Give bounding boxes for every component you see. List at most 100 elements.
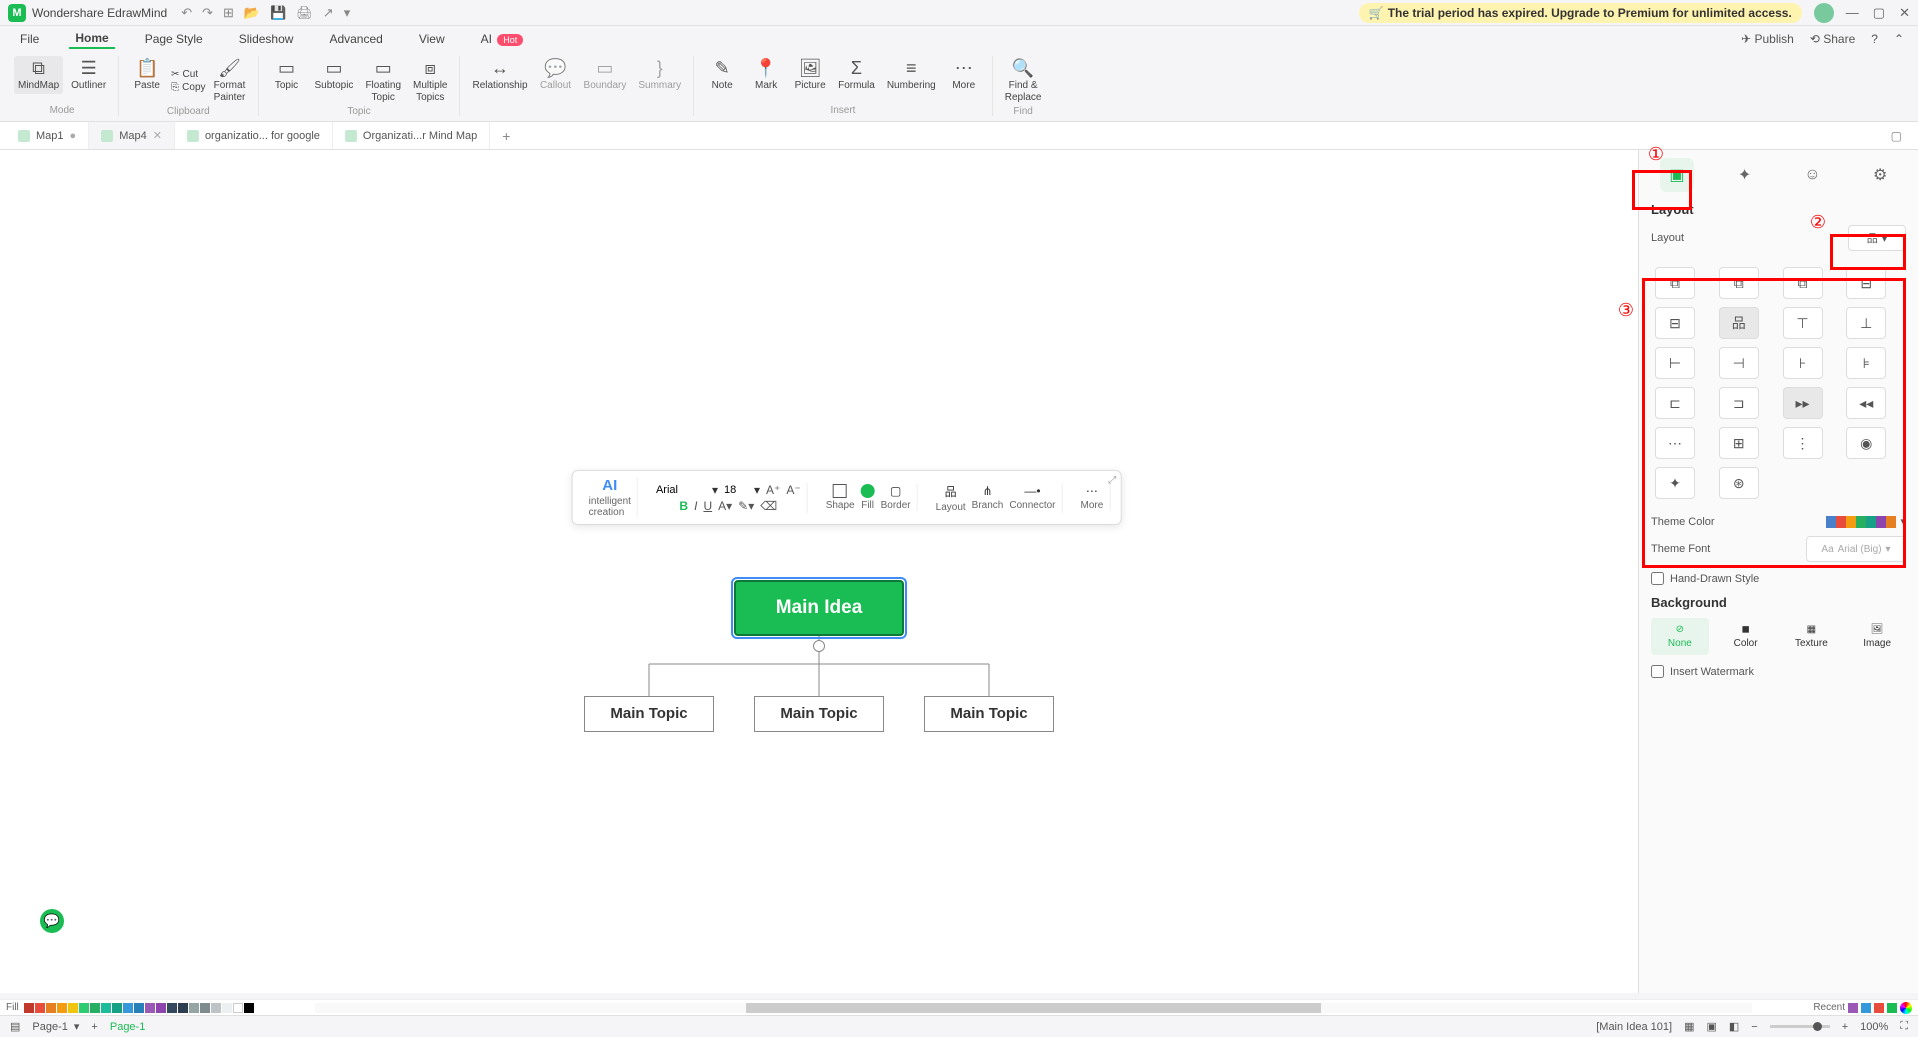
layout-opt-18[interactable]: ⊞: [1719, 427, 1759, 459]
shape-icon[interactable]: [833, 484, 847, 498]
color-swatch[interactable]: [123, 1003, 133, 1013]
ft-more-section[interactable]: ⋯ More: [1074, 484, 1110, 511]
layout-opt-4[interactable]: ⊟: [1846, 267, 1886, 299]
color-swatch[interactable]: [156, 1003, 166, 1013]
fill-icon[interactable]: [861, 484, 875, 498]
bg-image-button[interactable]: 🖼Image: [1848, 618, 1906, 655]
color-swatch[interactable]: [200, 1003, 210, 1013]
color-swatch[interactable]: [134, 1003, 144, 1013]
recent-swatch[interactable]: [1887, 1003, 1897, 1013]
view-mode-1-icon[interactable]: ▦: [1684, 1020, 1694, 1033]
print-icon[interactable]: 🖨: [296, 5, 313, 21]
note-button[interactable]: ✎Note: [702, 56, 742, 94]
layout-dropdown[interactable]: 品 ▾: [1848, 225, 1906, 251]
subtopic-button[interactable]: ▭Subtopic: [311, 56, 358, 106]
color-swatch[interactable]: [57, 1003, 67, 1013]
menu-file[interactable]: File: [14, 30, 45, 48]
add-tab-button[interactable]: +: [490, 128, 522, 144]
formula-button[interactable]: ΣFormula: [834, 56, 879, 94]
highlight-button[interactable]: ✎▾: [738, 499, 754, 513]
maximize-icon[interactable]: ▢: [1873, 5, 1885, 21]
color-swatch[interactable]: [46, 1003, 56, 1013]
layout-opt-5[interactable]: ⊟: [1655, 307, 1695, 339]
topic-node-1[interactable]: Main Topic: [584, 696, 714, 732]
find-replace-button[interactable]: 🔍Find & Replace: [1001, 56, 1046, 106]
recent-swatch[interactable]: [1848, 1003, 1858, 1013]
scrollbar-track[interactable]: [315, 1003, 1753, 1013]
layout-opt-20[interactable]: ◉: [1846, 427, 1886, 459]
multiple-topics-button[interactable]: ⧈Multiple Topics: [409, 56, 451, 106]
fullscreen-icon[interactable]: ⛶: [1900, 1020, 1908, 1033]
open-icon[interactable]: 📂: [244, 5, 260, 21]
color-swatch[interactable]: [178, 1003, 188, 1013]
canvas[interactable]: AI intelligent creation ▾ ▾ A⁺ A⁻ B I U …: [0, 150, 1638, 993]
layout-opt-10[interactable]: ⊣: [1719, 347, 1759, 379]
layout-opt-14[interactable]: ⊐: [1719, 387, 1759, 419]
zoom-value[interactable]: 100%: [1860, 1021, 1888, 1033]
doc-tab-map4[interactable]: Map4✕: [89, 122, 175, 149]
layout-opt-15[interactable]: ▸▸: [1783, 387, 1823, 419]
clear-format-button[interactable]: ⌫: [760, 499, 777, 513]
cut-button[interactable]: ✂ Cut: [171, 69, 205, 80]
menu-ai[interactable]: AI Hot: [475, 30, 530, 48]
close-window-icon[interactable]: ✕: [1899, 5, 1910, 21]
menu-slideshow[interactable]: Slideshow: [233, 30, 300, 48]
help-bubble-icon[interactable]: 💬: [40, 909, 64, 933]
chevron-down-icon[interactable]: ▾: [754, 483, 760, 497]
mark-button[interactable]: 📍Mark: [746, 56, 786, 94]
color-swatch[interactable]: [222, 1003, 232, 1013]
minimize-icon[interactable]: —: [1846, 5, 1859, 21]
new-icon[interactable]: ⊞: [223, 5, 234, 21]
layout-opt-11[interactable]: ⊦: [1783, 347, 1823, 379]
decrease-font-icon[interactable]: A⁻: [786, 483, 800, 497]
color-swatch[interactable]: [233, 1003, 243, 1013]
collapse-handle[interactable]: −: [813, 640, 825, 652]
collapse-toolbar-icon[interactable]: ⤢: [1108, 475, 1116, 486]
format-painter-button[interactable]: 🖌Format Painter: [210, 56, 250, 106]
user-avatar[interactable]: [1814, 3, 1834, 23]
menu-advanced[interactable]: Advanced: [323, 30, 388, 48]
bold-button[interactable]: B: [679, 499, 688, 513]
add-page-button[interactable]: +: [91, 1021, 97, 1033]
color-swatch[interactable]: [189, 1003, 199, 1013]
more-qat-icon[interactable]: ▾: [344, 5, 351, 21]
menu-page-style[interactable]: Page Style: [139, 30, 209, 48]
bg-texture-button[interactable]: ▦Texture: [1783, 618, 1841, 655]
page-select[interactable]: Page-1 ▾: [32, 1020, 79, 1033]
outliner-mode-button[interactable]: ☰Outliner: [67, 56, 110, 94]
publish-button[interactable]: ✈ Publish: [1741, 32, 1794, 46]
border-icon[interactable]: ▢: [890, 484, 901, 498]
share-button[interactable]: ⟲ Share: [1810, 32, 1855, 46]
color-swatch[interactable]: [244, 1003, 254, 1013]
connector-icon[interactable]: —•: [1024, 484, 1040, 498]
numbering-button[interactable]: ≡Numbering: [883, 56, 940, 94]
layout-opt-8[interactable]: ⊥: [1846, 307, 1886, 339]
help-icon[interactable]: ?: [1871, 32, 1878, 46]
color-swatch[interactable]: [167, 1003, 177, 1013]
topic-button[interactable]: ▭Topic: [267, 56, 307, 106]
layout-icon[interactable]: 品: [945, 483, 957, 500]
zoom-slider[interactable]: [1770, 1025, 1830, 1028]
font-color-button[interactable]: A▾: [718, 499, 732, 513]
color-swatch[interactable]: [112, 1003, 122, 1013]
paste-button[interactable]: 📋Paste: [127, 56, 167, 106]
panel-toggle-icon[interactable]: ▢: [1891, 129, 1912, 143]
topic-node-3[interactable]: Main Topic: [924, 696, 1054, 732]
doc-tab-map1[interactable]: Map1●: [6, 122, 89, 149]
save-icon[interactable]: 💾: [270, 5, 286, 21]
scrollbar-thumb[interactable]: [746, 1003, 1321, 1013]
watermark-checkbox[interactable]: [1651, 665, 1664, 678]
topic-node-2[interactable]: Main Topic: [754, 696, 884, 732]
collapse-ribbon-icon[interactable]: ⌃: [1894, 32, 1904, 46]
layout-opt-16[interactable]: ◂◂: [1846, 387, 1886, 419]
layout-opt-7[interactable]: ⊤: [1783, 307, 1823, 339]
layout-opt-19[interactable]: ⋮: [1783, 427, 1823, 459]
redo-icon[interactable]: ↷: [202, 5, 213, 21]
hand-drawn-checkbox[interactable]: [1651, 572, 1664, 585]
recent-swatch[interactable]: [1874, 1003, 1884, 1013]
menu-view[interactable]: View: [413, 30, 451, 48]
layout-opt-12[interactable]: ⊧: [1846, 347, 1886, 379]
color-swatch[interactable]: [24, 1003, 34, 1013]
doc-tab-org-google[interactable]: organizatio... for google: [175, 122, 333, 149]
color-swatch[interactable]: [35, 1003, 45, 1013]
